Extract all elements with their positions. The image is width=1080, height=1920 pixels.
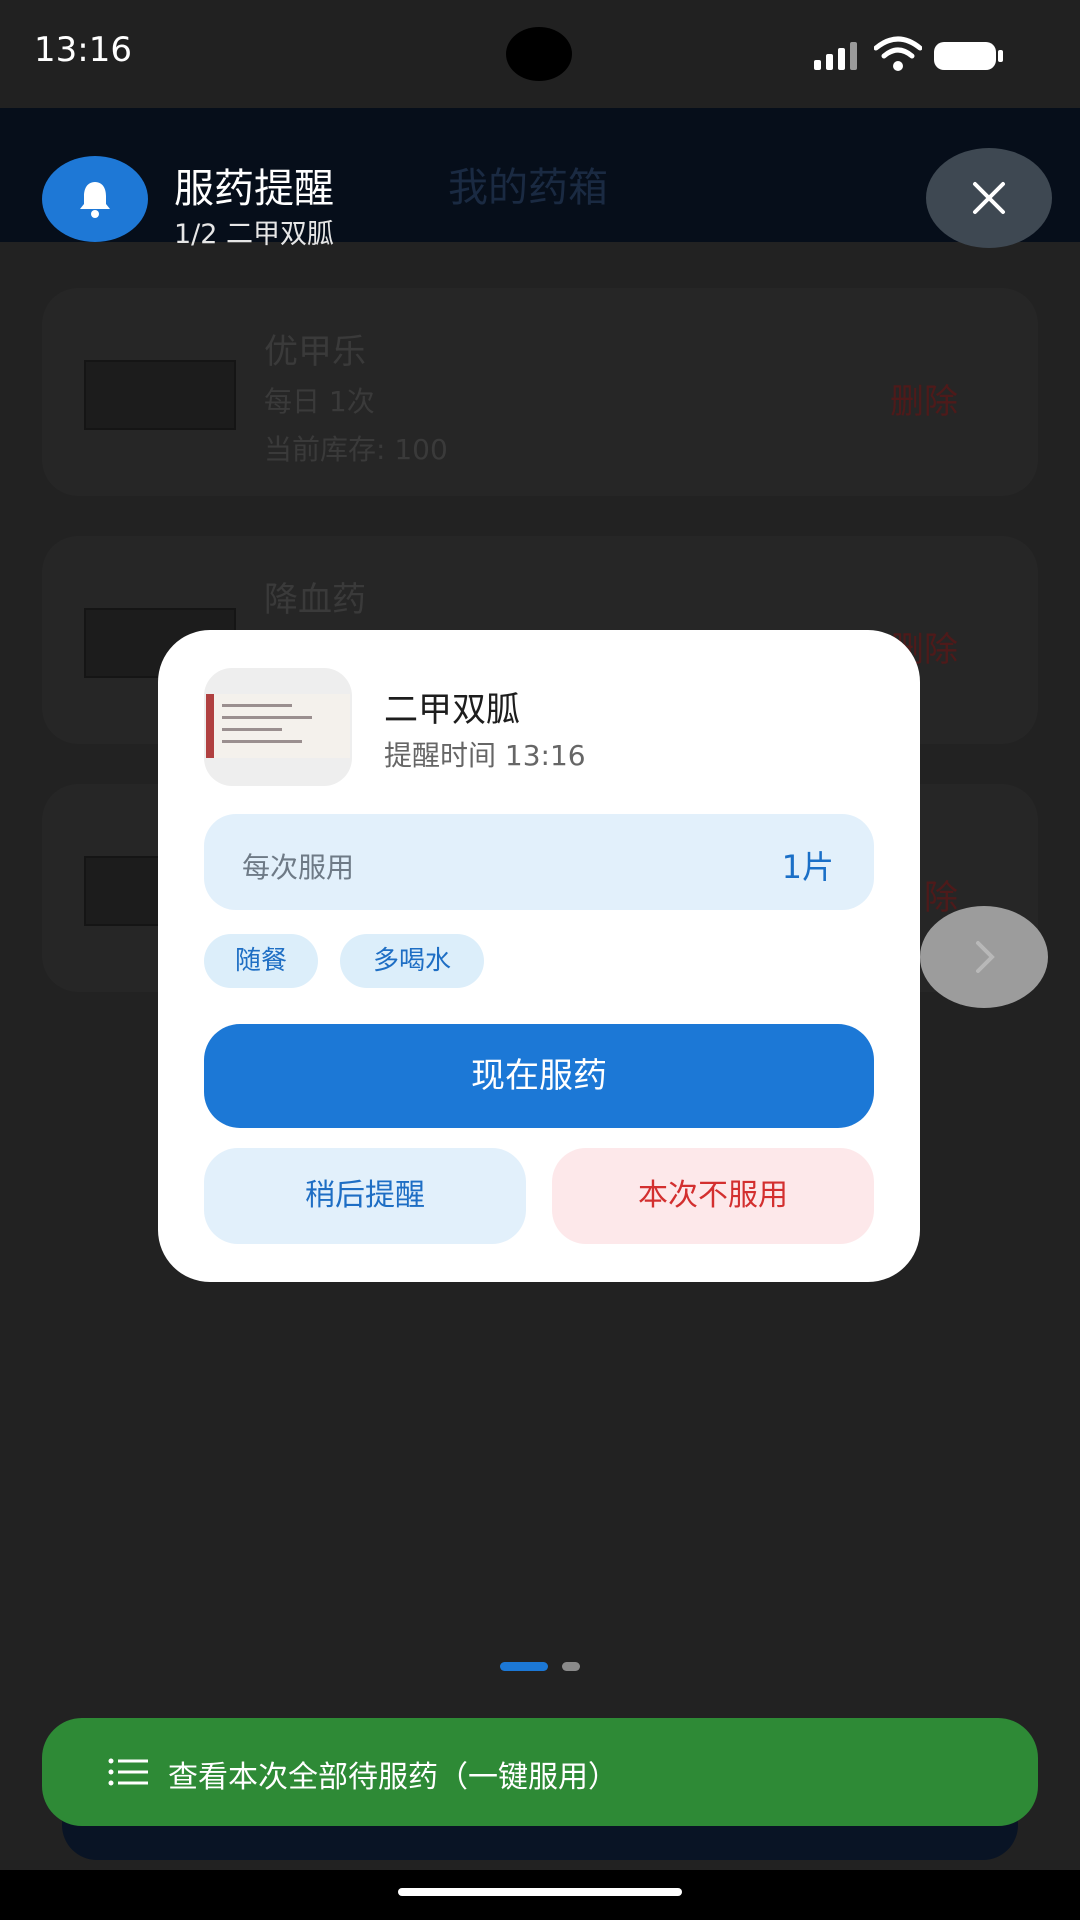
medicine-name: 降血药 — [264, 580, 366, 620]
chevron-right-icon — [976, 941, 995, 973]
tab-my-medicine-box[interactable]: 我的药箱 — [448, 155, 608, 213]
view-all-pending-button[interactable]: 查看本次全部待服药（一键服用） — [42, 1718, 1038, 1826]
medicine-stock: 当前库存: 100 — [264, 433, 448, 466]
next-reminder-button[interactable] — [920, 906, 1048, 1008]
skip-dose-button[interactable]: 本次不服用 — [552, 1148, 874, 1244]
list-icon — [108, 1758, 148, 1786]
medication-dialog: 二甲双胍 提醒时间 13:16 每次服用 1片 随餐 多喝水 现在服药 稍后提醒… — [158, 630, 920, 1282]
reminder-title: 服药提醒 — [174, 166, 334, 212]
take-now-button[interactable]: 现在服药 — [204, 1024, 874, 1128]
close-button[interactable] — [926, 148, 1052, 248]
medicine-image — [84, 360, 236, 430]
delete-button[interactable]: 删除 — [890, 374, 958, 423]
pager-dot-active — [500, 1662, 548, 1671]
pager-dot[interactable] — [562, 1662, 580, 1671]
status-time: 13:16 — [34, 30, 132, 70]
dose-row: 每次服用 1片 — [204, 814, 874, 910]
medicine-card[interactable]: 优甲乐 每日 1次 当前库存: 100 删除 — [42, 288, 1038, 496]
home-indicator[interactable] — [398, 1888, 682, 1896]
reminder-badge — [42, 156, 148, 242]
camera-cutout — [506, 27, 572, 81]
wifi-icon — [874, 36, 922, 71]
tag-drink-water: 多喝水 — [340, 934, 484, 988]
dose-label: 每次服用 — [242, 851, 355, 884]
signal-icon — [814, 42, 857, 70]
battery-icon — [934, 42, 1003, 70]
view-all-pending-label: 查看本次全部待服药（一键服用） — [168, 1760, 618, 1795]
bell-icon — [80, 182, 110, 218]
close-icon — [973, 182, 1005, 214]
remind-time: 提醒时间 13:16 — [384, 739, 586, 772]
dose-value: 1片 — [781, 848, 834, 886]
medicine-frequency: 每日 1次 — [264, 385, 375, 418]
remind-later-button[interactable]: 稍后提醒 — [204, 1148, 526, 1244]
reminder-subtitle: 1/2 二甲双胍 — [174, 219, 335, 250]
medicine-name: 优甲乐 — [264, 332, 366, 372]
medicine-image — [204, 668, 352, 786]
medicine-name: 二甲双胍 — [384, 690, 520, 730]
tag-with-meal: 随餐 — [204, 934, 318, 988]
